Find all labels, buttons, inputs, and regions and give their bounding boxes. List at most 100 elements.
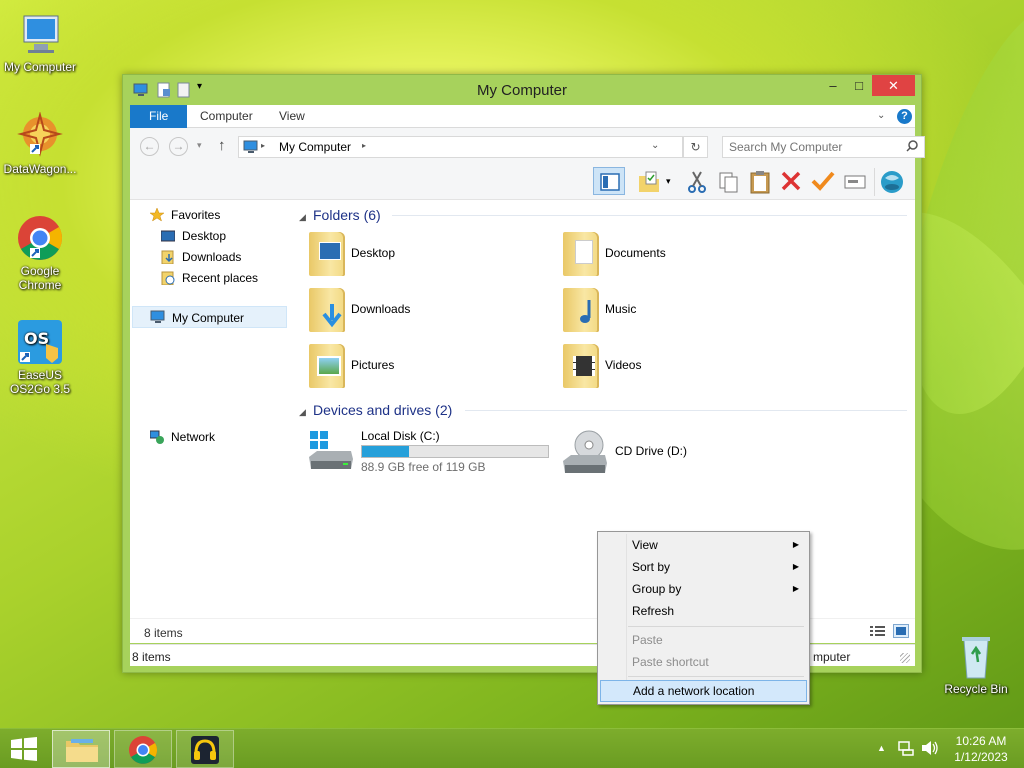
cut-icon[interactable] [686, 170, 708, 197]
folder-item[interactable]: Downloads [297, 284, 547, 336]
start-button[interactable] [10, 737, 38, 764]
folder-item[interactable]: Music [551, 284, 801, 336]
address-dropdown-icon[interactable]: ⌄ [651, 140, 659, 151]
taskbar: ▲ 10:26 AM 1/12/2023 [0, 728, 1024, 768]
taskbar-media-app[interactable] [176, 730, 234, 768]
menu-item-refresh[interactable]: Refresh [600, 600, 807, 622]
properties-dropdown-icon[interactable]: ▾ [666, 176, 671, 187]
computer-small-icon [243, 140, 259, 157]
menu-item-sort-by[interactable]: Sort by ▶ [600, 556, 807, 578]
preview-pane-button[interactable] [593, 167, 625, 195]
search-input[interactable] [729, 139, 899, 155]
expand-ribbon-icon[interactable]: ⌄ [877, 110, 885, 121]
refresh-button[interactable]: ↻ [683, 136, 708, 158]
title-bar[interactable]: ▾ My Computer ‒ □ ✕ [123, 75, 921, 105]
ribbon: File Computer View ⌄ ? [130, 105, 915, 128]
nav-item-my-computer[interactable]: My Computer [132, 306, 287, 328]
close-button[interactable]: ✕ [872, 75, 915, 96]
pictures-folder-icon [309, 344, 345, 388]
help-icon[interactable]: ? [897, 109, 912, 124]
command-toolbar: ▾ [130, 166, 915, 200]
copy-icon[interactable] [717, 170, 739, 197]
collapse-group-icon[interactable]: ◢ [299, 212, 306, 223]
taskbar-chrome[interactable] [114, 730, 172, 768]
breadcrumb-chevron-icon[interactable]: ▸ [362, 141, 366, 150]
clock-date: 1/12/2023 [954, 750, 1008, 764]
desktop-icon-recycle-bin[interactable]: Recycle Bin [936, 632, 1016, 696]
volume-icon[interactable] [921, 740, 939, 759]
up-button[interactable]: ↑ [218, 137, 226, 154]
desktop-icon-label: My Computer [3, 60, 77, 74]
network-icon [149, 430, 164, 444]
resize-grip[interactable] [900, 653, 910, 663]
tab-file[interactable]: File [130, 105, 188, 128]
drive-usage-fill [362, 446, 410, 457]
paste-icon[interactable] [748, 169, 772, 198]
menu-item-paste-shortcut[interactable]: Paste shortcut [600, 651, 807, 673]
minimize-button[interactable]: ‒ [820, 75, 846, 96]
music-folder-icon [563, 288, 599, 332]
search-box[interactable] [722, 136, 925, 158]
desktop-icon-easeus[interactable]: OS EaseUS OS2Go 3.5 [0, 318, 80, 396]
desktop-icon-label: Google Chrome [18, 264, 62, 292]
address-bar[interactable]: ▸ My Computer ▸ ⌄ [238, 136, 683, 158]
globe-icon[interactable] [879, 169, 905, 198]
computer-small-icon [150, 310, 166, 327]
desktop-icon-my-computer[interactable]: My Computer [0, 10, 80, 74]
folder-item[interactable]: Videos [551, 340, 801, 392]
drive-item-d[interactable]: CD Drive (D:) [551, 425, 801, 485]
desktop-icon-google-chrome[interactable]: Google Chrome [0, 214, 80, 292]
item-count: 8 items [144, 626, 183, 640]
window-title: My Computer [476, 82, 568, 99]
back-button[interactable]: ← [140, 137, 159, 156]
chrome-icon [16, 214, 64, 262]
folders-group-header[interactable]: Folders (6) [313, 207, 381, 223]
maximize-button[interactable]: □ [846, 75, 872, 96]
clock[interactable]: 10:26 AM 1/12/2023 [946, 733, 1016, 765]
checkmark-icon[interactable] [811, 170, 835, 195]
properties-checklist-icon[interactable] [637, 170, 661, 197]
breadcrumb[interactable]: My Computer [279, 140, 351, 154]
desktop-icon-label: EaseUS OS2Go 3.5 [9, 368, 71, 396]
details-view-icon[interactable] [870, 625, 886, 640]
desktop-icon-datawagon[interactable]: DataWagon... [0, 111, 80, 176]
cd-drive-icon [561, 427, 609, 478]
tab-view[interactable]: View [265, 105, 319, 128]
context-menu: View ▶ Sort by ▶ Group by ▶ Refresh Paste P… [597, 531, 810, 705]
large-icons-view-icon[interactable] [893, 624, 909, 638]
menu-item-paste[interactable]: Paste [600, 629, 807, 651]
tab-computer[interactable]: Computer [186, 105, 267, 128]
recent-locations-icon[interactable]: ▾ [197, 140, 202, 151]
easeus-icon: OS [16, 318, 64, 366]
menu-item-view[interactable]: View ▶ [600, 534, 807, 556]
breadcrumb-chevron-icon[interactable]: ▸ [261, 141, 265, 150]
folder-item[interactable]: Documents [551, 228, 801, 280]
delete-icon[interactable] [780, 170, 802, 195]
recent-places-icon [161, 271, 175, 286]
drives-group-header[interactable]: Devices and drives (2) [313, 402, 452, 418]
folder-item[interactable]: Pictures [297, 340, 547, 392]
rename-icon[interactable] [843, 172, 867, 195]
search-icon[interactable] [906, 140, 918, 155]
drive-free-space: 88.9 GB free of 119 GB [361, 460, 486, 474]
show-hidden-icons[interactable]: ▲ [877, 743, 886, 753]
monitor-icon [16, 10, 64, 58]
forward-button[interactable]: → [169, 137, 188, 156]
file-explorer-icon [65, 737, 99, 766]
menu-item-add-network-location[interactable]: Add a network location [600, 680, 807, 702]
drive-usage-bar [361, 445, 549, 458]
datawagon-icon [16, 111, 64, 160]
folder-item[interactable]: Desktop [297, 228, 547, 280]
submenu-arrow-icon: ▶ [792, 584, 799, 593]
downloads-small-icon [161, 250, 175, 265]
collapse-group-icon[interactable]: ◢ [299, 407, 306, 418]
desktop-folder-icon [309, 232, 345, 276]
menu-item-group-by[interactable]: Group by ▶ [600, 578, 807, 600]
navigation-pane: Favorites Desktop Downloads Recent place… [130, 200, 290, 618]
taskbar-file-explorer[interactable] [52, 730, 110, 768]
headphones-app-icon [190, 735, 220, 768]
svg-text:OS: OS [24, 329, 49, 348]
network-tray-icon[interactable] [898, 740, 914, 759]
drive-item-c[interactable]: Local Disk (C:) 88.9 GB free of 119 GB [297, 425, 549, 485]
recycle-bin-icon [952, 632, 1000, 680]
